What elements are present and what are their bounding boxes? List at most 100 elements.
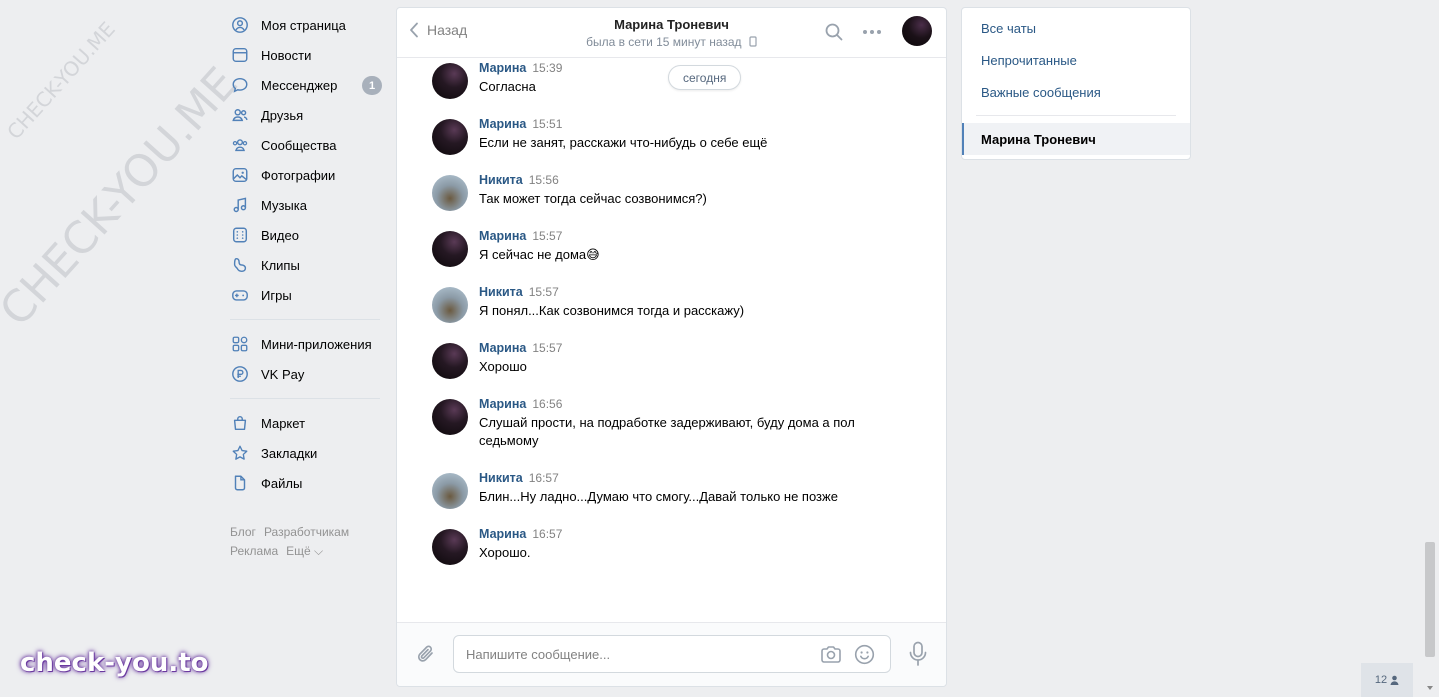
message-author[interactable]: Марина — [479, 117, 526, 131]
message-author[interactable]: Марина — [479, 229, 526, 243]
star-icon — [230, 443, 250, 463]
message-author[interactable]: Марина — [479, 341, 526, 355]
avatar[interactable] — [432, 343, 468, 379]
message-time[interactable]: 15:57 — [532, 229, 562, 243]
avatar[interactable] — [432, 399, 468, 435]
nav-item-news[interactable]: Новости — [230, 40, 380, 70]
message-item: Марина 15:51 Если не занят, расскажи что-… — [432, 117, 902, 155]
avatar[interactable] — [432, 287, 468, 323]
left-nav: Моя страница Новости Мессенджер 1 Друзья… — [230, 10, 382, 561]
nav-item-mini-apps[interactable]: Мини-приложения — [230, 329, 380, 359]
video-icon — [230, 225, 250, 245]
nav-item-bookmarks[interactable]: Закладки — [230, 438, 380, 468]
message-item: Марина 15:57 Хорошо — [432, 341, 902, 379]
message-input[interactable] — [466, 636, 806, 672]
brand-watermark: check-you.to — [20, 648, 209, 678]
footer-link-more[interactable]: Ещё ⌵ — [286, 544, 323, 558]
nav-label: Файлы — [261, 475, 303, 491]
message-time[interactable]: 15:51 — [532, 117, 562, 131]
date-divider-badge: сегодня — [668, 65, 742, 90]
online-counter[interactable]: 12 — [1361, 663, 1413, 697]
message-time[interactable]: 16:57 — [529, 471, 559, 485]
nav-item-video[interactable]: Видео — [230, 220, 380, 250]
nav-item-clips[interactable]: Клипы — [230, 250, 380, 280]
active-chat-item[interactable]: Марина Троневич — [962, 123, 1190, 155]
chat-bubble-icon — [230, 75, 250, 95]
nav-item-games[interactable]: Игры — [230, 280, 380, 310]
nav-divider — [230, 398, 380, 399]
message-history: Марина 15:39 Согласна сегодня Марина 15:51… — [397, 59, 946, 624]
nav-label: Новости — [261, 47, 312, 63]
nav-item-photos[interactable]: Фотографии — [230, 160, 380, 190]
nav-item-market[interactable]: Маркет — [230, 408, 380, 438]
gamepad-icon — [230, 285, 250, 305]
photo-icon — [230, 165, 250, 185]
search-icon[interactable] — [825, 23, 843, 41]
paperclip-icon[interactable] — [416, 643, 436, 665]
person-icon — [1390, 675, 1399, 685]
message-text: Хорошо — [479, 359, 527, 374]
online-counter-value: 12 — [1374, 674, 1388, 686]
filter-important[interactable]: Важные сообщения — [962, 76, 1190, 108]
panel-divider — [976, 115, 1176, 116]
message-text: Так может тогда сейчас созвонимся?) — [479, 191, 707, 206]
nav-label: Друзья — [261, 107, 304, 123]
chat-filter-panel: Все чаты Непрочитанные Важные сообщения … — [961, 7, 1191, 160]
avatar[interactable] — [432, 63, 468, 99]
message-text: Блин...Ну ладно...Думаю что смогу...Дава… — [479, 489, 838, 504]
nav-label: Мессенджер — [261, 77, 338, 93]
nav-label: Мини-приложения — [261, 336, 372, 352]
message-item: Марина 16:57 Хорошо. — [432, 527, 902, 565]
message-time[interactable]: 15:57 — [529, 285, 559, 299]
nav-item-communities[interactable]: Сообщества — [230, 130, 380, 160]
microphone-icon[interactable] — [908, 641, 928, 667]
nav-item-files[interactable]: Файлы — [230, 468, 380, 498]
page-scrollbar-thumb[interactable] — [1425, 542, 1435, 657]
filter-unread[interactable]: Непрочитанные — [962, 44, 1190, 76]
nav-divider — [230, 319, 380, 320]
message-author[interactable]: Никита — [479, 471, 523, 485]
message-composer — [397, 622, 946, 686]
filter-all-chats[interactable]: Все чаты — [962, 12, 1190, 44]
message-author[interactable]: Марина — [479, 397, 526, 411]
avatar[interactable] — [432, 119, 468, 155]
avatar[interactable] — [432, 175, 468, 211]
message-author[interactable]: Марина — [479, 527, 526, 541]
footer-link-developers[interactable]: Разработчикам — [264, 525, 349, 539]
message-text: Хорошо. — [479, 545, 531, 560]
avatar[interactable] — [432, 231, 468, 267]
more-icon[interactable] — [862, 23, 882, 41]
chat-panel: Назад Марина Троневич была в сети 15 мин… — [396, 7, 947, 687]
camera-icon[interactable] — [820, 645, 842, 664]
message-time[interactable]: 15:39 — [532, 61, 562, 75]
message-time[interactable]: 16:56 — [532, 397, 562, 411]
message-time[interactable]: 15:56 — [529, 173, 559, 187]
nav-label: Музыка — [261, 197, 307, 213]
message-time[interactable]: 15:57 — [532, 341, 562, 355]
nav-item-friends[interactable]: Друзья — [230, 100, 380, 130]
scroll-down-arrow-icon[interactable] — [1427, 686, 1433, 690]
nav-item-vk-pay[interactable]: VK Pay — [230, 359, 380, 389]
message-time[interactable]: 16:57 — [532, 527, 562, 541]
message-author[interactable]: Никита — [479, 285, 523, 299]
message-author[interactable]: Марина — [479, 61, 526, 75]
nav-item-messenger[interactable]: Мессенджер 1 — [230, 70, 382, 100]
message-item: Марина 15:57 Я сейчас не дома😅 — [432, 229, 902, 267]
footer-link-ads[interactable]: Реклама — [230, 544, 278, 558]
mobile-icon — [749, 36, 757, 47]
user-circle-icon — [230, 15, 250, 35]
peer-avatar[interactable] — [902, 16, 932, 46]
message-author[interactable]: Никита — [479, 173, 523, 187]
nav-item-music[interactable]: Музыка — [230, 190, 380, 220]
watermark-small: CHECK-YOU.ME — [2, 17, 120, 145]
avatar[interactable] — [432, 529, 468, 565]
emoji-icon[interactable] — [854, 644, 875, 665]
nav-item-my-page[interactable]: Моя страница — [230, 10, 380, 40]
watermark-big: CHECK-YOU.ME — [0, 57, 248, 337]
file-icon — [230, 473, 250, 493]
message-text: Если не занят, расскажи что-нибудь о себ… — [479, 135, 768, 150]
nav-label: Моя страница — [261, 17, 346, 33]
nav-label: Фотографии — [261, 167, 336, 183]
avatar[interactable] — [432, 473, 468, 509]
footer-link-blog[interactable]: Блог — [230, 525, 256, 539]
